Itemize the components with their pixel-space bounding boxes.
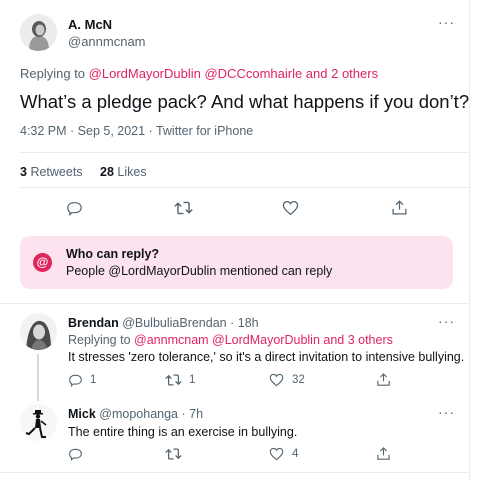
divider <box>20 152 470 153</box>
divider <box>20 187 470 188</box>
reply-author-name[interactable]: Mick <box>68 407 96 421</box>
at-sign-icon: @ <box>33 253 52 272</box>
tweet-text: What’s a pledge pack? And what happens i… <box>20 91 470 112</box>
reply-restriction-text: People @LordMayorDublin mentioned can re… <box>66 264 333 278</box>
more-options-icon[interactable]: ··· <box>438 404 455 420</box>
reply-author-handle[interactable]: @mopohanga <box>99 407 178 421</box>
reply-time[interactable]: · 7h <box>181 407 203 421</box>
likes-count: 28 <box>100 165 114 179</box>
like-icon[interactable] <box>269 373 284 387</box>
reply-author-handle[interactable]: @BulbuliaBrendan <box>122 316 226 330</box>
share-icon[interactable] <box>376 446 391 461</box>
share-icon[interactable] <box>391 199 408 216</box>
retweets-stat[interactable]: 3 Retweets <box>20 165 86 179</box>
tweet-thread: A. McN @annmcnam ··· Replying to @LordMa… <box>0 0 470 480</box>
retweets-label: Retweets <box>30 165 83 179</box>
reply-restriction-title: Who can reply? <box>66 247 160 261</box>
like-icon[interactable] <box>269 447 284 461</box>
more-options-icon[interactable]: ··· <box>438 313 455 329</box>
retweets-count: 3 <box>20 165 27 179</box>
reply-icon[interactable] <box>68 373 83 387</box>
like-count: 4 <box>292 448 299 460</box>
reply-restriction-banner: @ Who can reply? People @LordMayorDublin… <box>20 236 453 289</box>
reply-author-avatar[interactable] <box>20 313 57 350</box>
reply-text: The entire thing is an exercise in bully… <box>68 425 298 439</box>
likes-label: Likes <box>117 165 147 179</box>
reply-header: Brendan @BulbuliaBrendan · 18h <box>68 316 259 330</box>
reply-count: 1 <box>90 374 97 386</box>
like-icon[interactable] <box>282 200 299 216</box>
silly-walk-figure-image <box>20 404 57 441</box>
retweet-icon[interactable] <box>174 200 193 216</box>
reply-thread-line <box>37 354 39 401</box>
reply-icon[interactable] <box>68 447 83 461</box>
retweet-count: 1 <box>189 374 196 386</box>
reply-header: Mick @mopohanga · 7h <box>68 407 203 421</box>
likes-stat[interactable]: 28 Likes <box>100 165 147 179</box>
reply-text: It stresses 'zero tolerance,' so it's a … <box>68 350 465 364</box>
reply-time[interactable]: · 18h <box>230 316 259 330</box>
retweet-icon[interactable] <box>165 373 182 387</box>
reply-icon[interactable] <box>66 200 83 216</box>
reply-author-avatar[interactable] <box>20 404 57 441</box>
author-avatar[interactable] <box>20 14 57 51</box>
replying-to: Replying to @LordMayorDublin @DCCcomhair… <box>20 66 378 81</box>
reply-replying-to: Replying to @annmcnam @LordMayorDublin a… <box>68 333 393 347</box>
tweet-timestamp[interactable]: 4:32 PM · Sep 5, 2021 · Twitter for iPho… <box>20 124 253 138</box>
more-options-icon[interactable]: ··· <box>438 14 455 30</box>
replying-to-label: Replying to <box>68 333 131 347</box>
divider <box>0 472 470 473</box>
replying-to-label: Replying to <box>20 66 86 81</box>
replying-to-mentions[interactable]: @annmcnam @LordMayorDublin and 3 others <box>134 333 393 347</box>
author-handle[interactable]: @annmcnam <box>68 34 146 49</box>
portrait-image <box>20 313 57 350</box>
reply-author-name[interactable]: Brendan <box>68 316 119 330</box>
share-icon[interactable] <box>376 372 391 387</box>
like-count: 32 <box>292 374 305 386</box>
portrait-image <box>20 14 57 51</box>
divider <box>0 303 470 304</box>
retweet-icon[interactable] <box>165 447 182 461</box>
author-name[interactable]: A. McN <box>68 17 112 32</box>
replying-to-mentions[interactable]: @LordMayorDublin @DCCcomhairle and 2 oth… <box>89 66 378 81</box>
tweet-stats: 3 Retweets 28 Likes <box>20 165 147 179</box>
